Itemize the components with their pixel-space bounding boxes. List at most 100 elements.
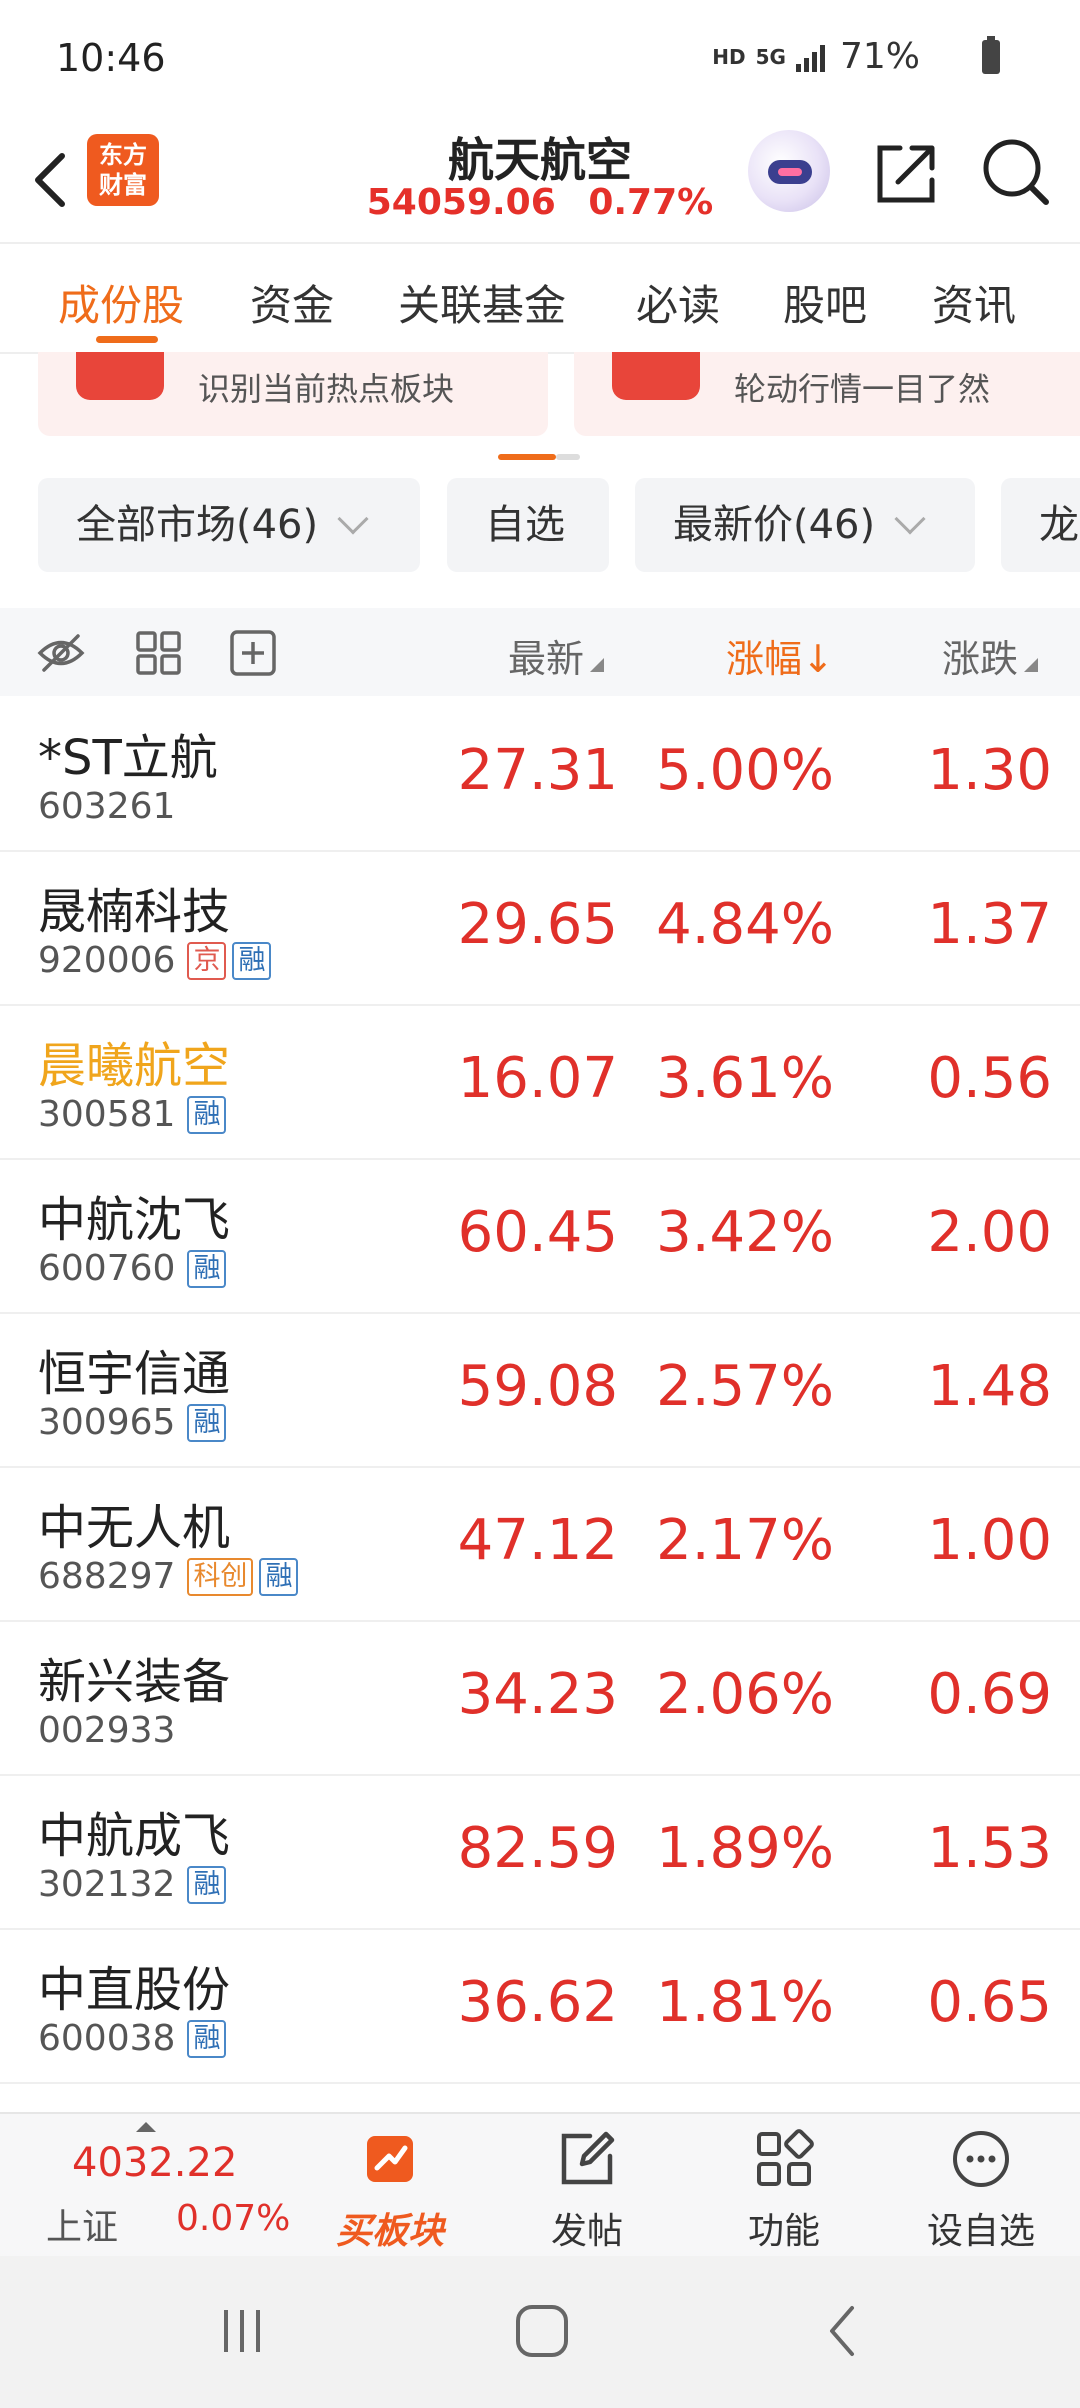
hd-indicator: HD — [712, 44, 746, 69]
stock-name: 新兴装备 — [38, 1654, 231, 1710]
bottom-toolbar: 4032.22 上证 0.07% 买板块 发帖 功能 设自选 — [0, 2112, 1080, 2256]
market-filter-dropdown[interactable]: 全部市场(46) — [38, 478, 420, 572]
stock-code: 603261 — [38, 786, 176, 827]
stock-pct-change: 3.61% — [656, 1046, 834, 1111]
stock-change: 1.53 — [927, 1816, 1052, 1881]
stock-row[interactable]: 晟楠科技 920006 京融 29.65 4.84% 1.37 — [0, 852, 1080, 1006]
search-icon[interactable] — [980, 136, 1052, 208]
stock-row[interactable]: 新兴装备 002933 34.23 2.06% 0.69 — [0, 1622, 1080, 1776]
stock-pct-change: 2.57% — [656, 1354, 834, 1419]
back-icon[interactable] — [804, 2296, 884, 2366]
stock-row[interactable]: 恒宇信通 300965 融 59.08 2.57% 1.48 — [0, 1314, 1080, 1468]
post-button[interactable]: 发帖 — [512, 2114, 662, 2258]
header: 东方 财富 航天航空 54059.06 0.77% — [0, 120, 1080, 242]
set-watchlist-button[interactable]: 设自选 — [906, 2114, 1056, 2258]
stock-pct-change: 5.00% — [656, 738, 834, 803]
edit-icon — [561, 2131, 615, 2185]
sort-icon — [1024, 658, 1039, 672]
stock-code-line: 920006 京融 — [38, 940, 272, 981]
stock-code-line: 302132 融 — [38, 1864, 227, 1905]
stock-price: 29.65 — [457, 892, 618, 957]
functions-grid-icon — [757, 2129, 814, 2186]
stock-name: 中航沈飞 — [38, 1192, 231, 1248]
stock-pct-change: 1.89% — [656, 1816, 834, 1881]
recent-apps-icon[interactable] — [202, 2296, 282, 2366]
stock-change: 0.56 — [927, 1046, 1052, 1111]
grid-view-icon[interactable] — [134, 630, 184, 676]
market-filter-label: 全部市场(46) — [76, 502, 319, 548]
stock-code: 600760 — [38, 1248, 176, 1289]
stock-change: 1.48 — [927, 1354, 1052, 1419]
functions-button[interactable]: 功能 — [709, 2114, 859, 2258]
dragon-filter[interactable]: 龙 — [1001, 478, 1080, 572]
buy-sector-label: 买板块 — [335, 2211, 444, 2252]
buy-sector-button[interactable]: 买板块 — [315, 2114, 465, 2258]
stock-row[interactable]: 中无人机 688297 科创融 47.12 2.17% 1.00 — [0, 1468, 1080, 1622]
tab-forum[interactable]: 股吧 — [783, 272, 867, 333]
dragon-filter-label: 龙 — [1039, 502, 1079, 548]
margin-badge: 融 — [187, 1095, 227, 1134]
stock-row[interactable]: 中直股份 600038 融 36.62 1.81% 0.65 — [0, 1930, 1080, 2084]
home-icon[interactable] — [502, 2296, 582, 2366]
stock-code: 300965 — [38, 1402, 176, 1443]
carousel-indicator — [498, 454, 580, 460]
market-index-value: 4032.22 — [72, 2140, 238, 2186]
stock-code: 688297 — [38, 1556, 176, 1597]
promo-card-rotation[interactable]: 轮动行情一目了然 — [574, 352, 1080, 436]
status-indicators: HD 5G 71% — [712, 36, 920, 77]
functions-label: 功能 — [747, 2211, 820, 2252]
stock-pct-change: 3.42% — [656, 1200, 834, 1265]
chevron-down-icon — [894, 503, 926, 535]
stock-code-line: 600760 融 — [38, 1248, 227, 1289]
stock-price: 47.12 — [457, 1508, 618, 1573]
tab-must-read[interactable]: 必读 — [636, 272, 720, 333]
stock-code: 300581 — [38, 1094, 176, 1135]
column-pct-header[interactable]: 涨幅↓ — [726, 628, 834, 683]
stock-code: 002933 — [38, 1710, 176, 1751]
share-icon[interactable] — [870, 138, 942, 210]
stock-row[interactable]: 晨曦航空 300581 融 16.07 3.61% 0.56 — [0, 1006, 1080, 1160]
star-market-badge: 科创 — [187, 1557, 254, 1596]
stock-price: 36.62 — [457, 1970, 618, 2035]
stock-row[interactable]: *ST立航 603261 27.31 5.00% 1.30 — [0, 698, 1080, 852]
column-change-header[interactable]: 涨跌 — [942, 628, 1039, 683]
tab-constituents[interactable]: 成份股 — [58, 272, 184, 333]
market-index-name: 上证 — [46, 2207, 119, 2248]
active-tab-indicator — [96, 336, 158, 343]
stock-change: 2.00 — [927, 1200, 1052, 1265]
stock-code: 302132 — [38, 1864, 176, 1905]
price-filter-label: 最新价(46) — [673, 502, 876, 548]
stock-row[interactable]: 中航沈飞 600760 融 60.45 3.42% 2.00 — [0, 1160, 1080, 1314]
tab-funds-flow[interactable]: 资金 — [250, 272, 334, 333]
signal-icon — [795, 42, 830, 72]
stock-code: 920006 — [38, 940, 176, 981]
assistant-robot-icon[interactable] — [748, 130, 830, 212]
tab-related-funds[interactable]: 关联基金 — [398, 272, 566, 333]
promo-card-hot-sector[interactable]: 识别当前热点板块 — [38, 352, 548, 436]
stock-name: 中航成飞 — [38, 1808, 231, 1864]
hide-eye-icon[interactable] — [36, 630, 86, 676]
stock-pct-change: 1.81% — [656, 1970, 834, 2035]
more-options-icon — [953, 2131, 1009, 2187]
margin-badge: 融 — [187, 2019, 227, 2058]
stock-pct-change: 4.84% — [656, 892, 834, 957]
stock-code: 600038 — [38, 2018, 176, 2059]
stock-code-line: 603261 — [38, 786, 181, 827]
tab-news[interactable]: 资讯 — [932, 272, 1016, 333]
stock-code-line: 300581 融 — [38, 1094, 227, 1135]
chevron-down-icon — [337, 503, 369, 535]
expand-arrow-icon[interactable] — [136, 2122, 156, 2132]
stock-change: 1.37 — [927, 892, 1052, 957]
rotation-icon — [612, 352, 700, 400]
price-filter-dropdown[interactable]: 最新价(46) — [635, 478, 975, 572]
stock-code-line: 300965 融 — [38, 1402, 227, 1443]
add-all-icon[interactable] — [228, 630, 278, 676]
battery-icon — [982, 36, 1000, 74]
watchlist-filter[interactable]: 自选 — [447, 478, 609, 572]
stock-row[interactable]: 中航成飞 302132 融 82.59 1.89% 1.53 — [0, 1776, 1080, 1930]
system-nav-bar — [0, 2256, 1080, 2408]
stock-price: 34.23 — [457, 1662, 618, 1727]
promo-text: 轮动行情一目了然 — [734, 370, 991, 408]
buy-sector-icon — [367, 2136, 413, 2182]
column-latest-header[interactable]: 最新 — [508, 628, 605, 683]
